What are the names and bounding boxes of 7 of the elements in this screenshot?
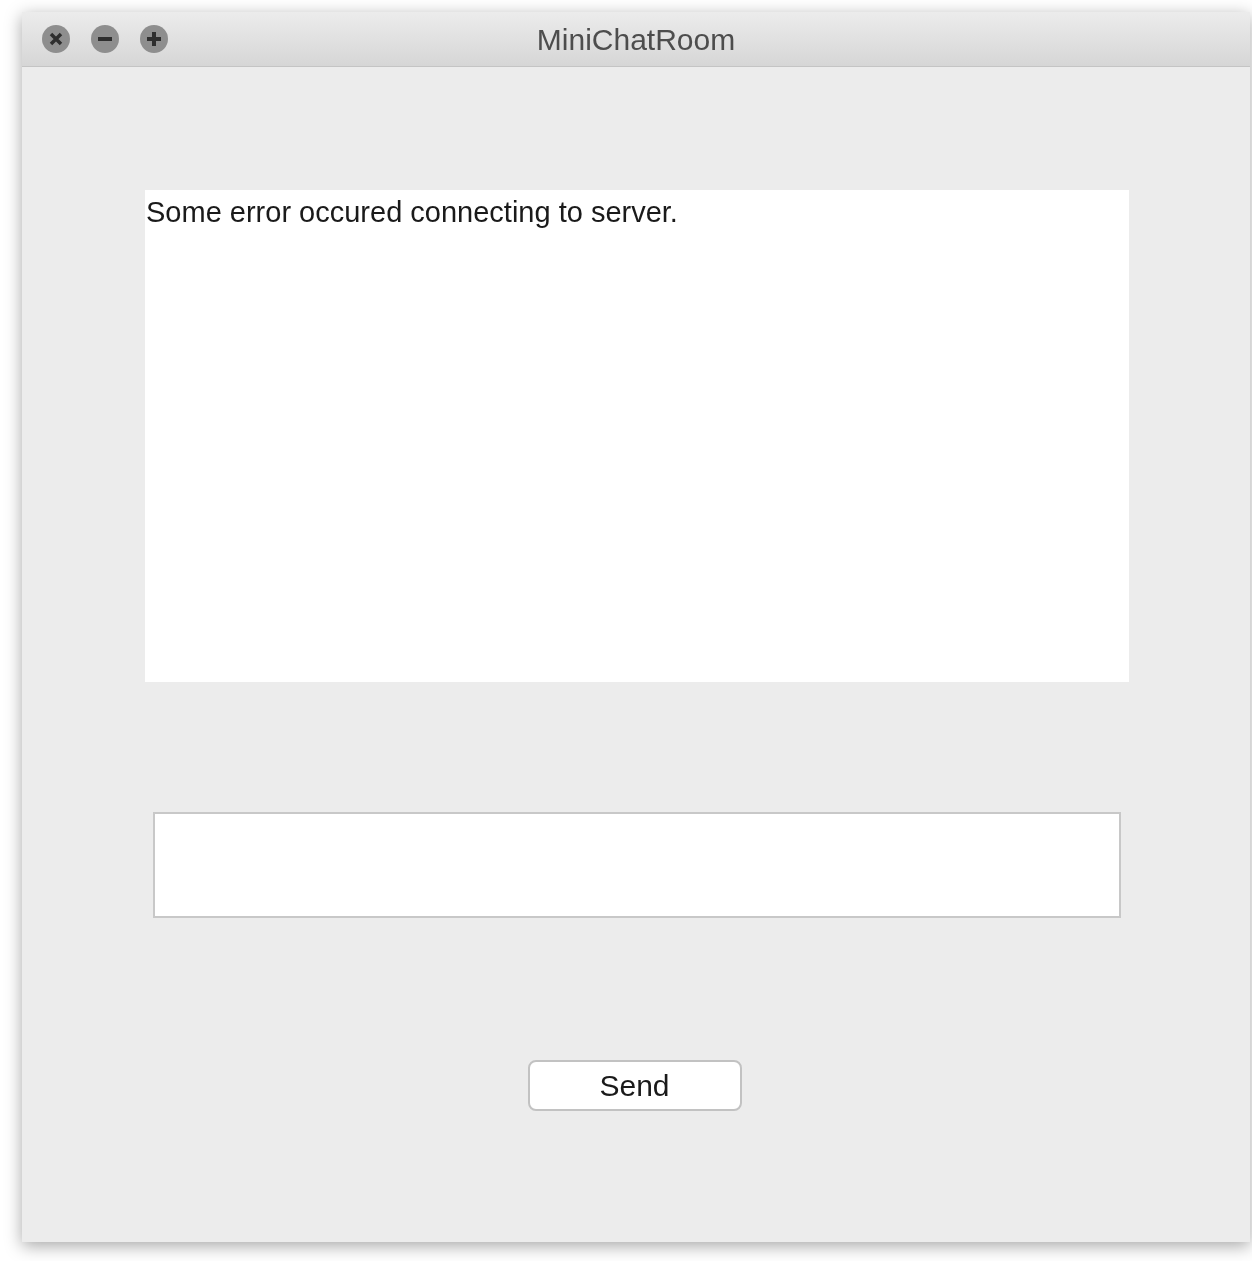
send-button[interactable]: Send (527, 1060, 742, 1111)
minimize-icon[interactable] (90, 24, 120, 54)
message-input-field[interactable] (153, 812, 1121, 918)
window-title: MiniChatRoom (536, 21, 736, 58)
zoom-icon[interactable] (139, 24, 169, 54)
chat-log: Some error occured connecting to server. (145, 190, 1129, 682)
close-icon[interactable] (41, 24, 71, 54)
